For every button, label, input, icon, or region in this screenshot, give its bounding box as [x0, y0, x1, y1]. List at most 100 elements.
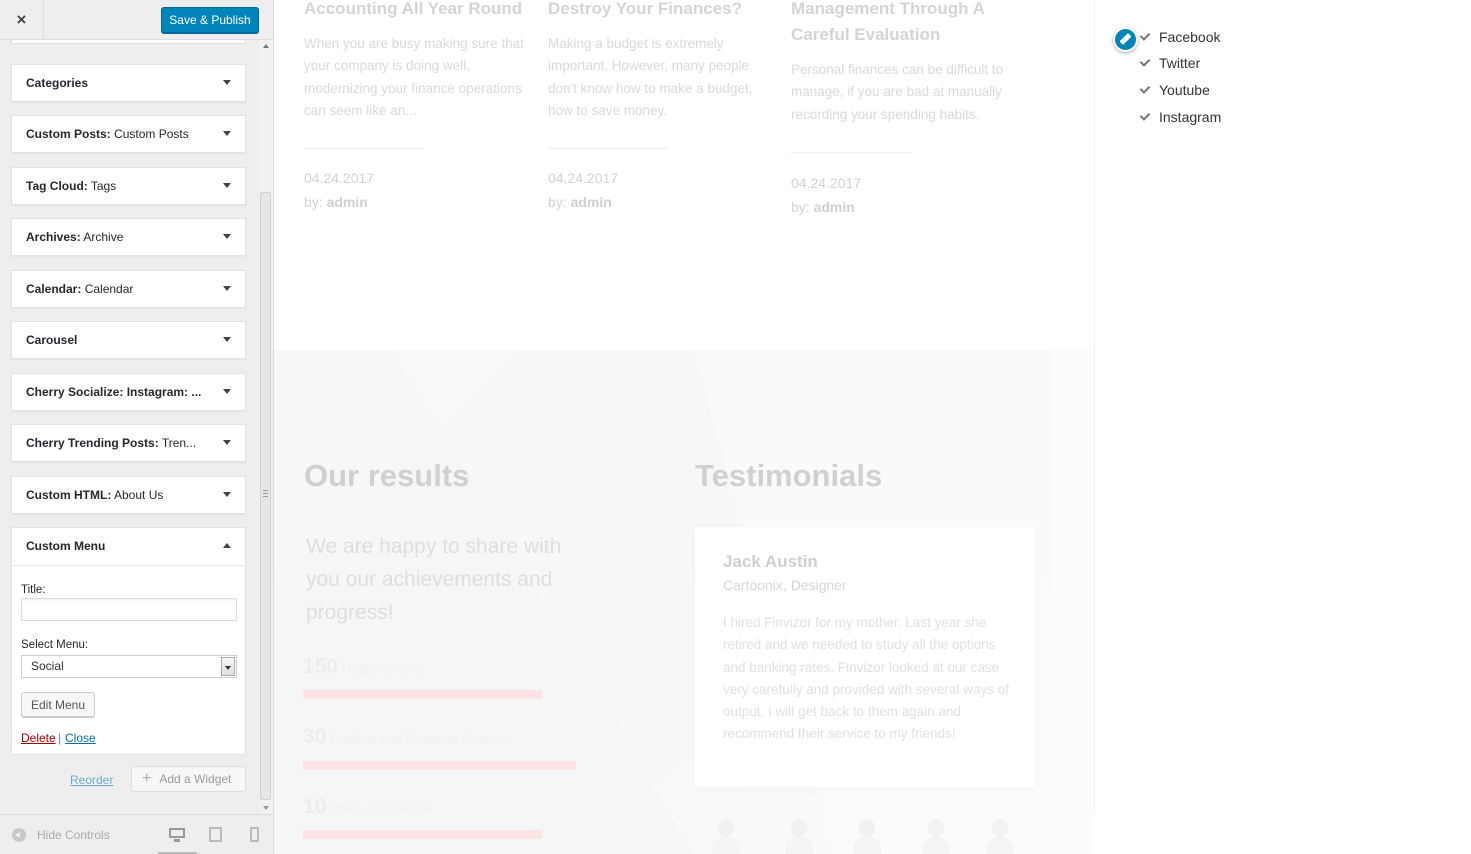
delete-widget-link[interactable]: Delete — [21, 731, 56, 745]
stat-number: 150 — [303, 655, 339, 678]
widget-cherry-socialize[interactable]: Cherry Socialize: Instagram: ... — [11, 373, 246, 411]
stat-label: Happy Clients — [342, 661, 423, 676]
avatar[interactable] — [921, 815, 951, 854]
triangle-up-icon[interactable] — [223, 543, 231, 548]
previous-widget-edge — [11, 40, 246, 44]
title-field[interactable] — [21, 598, 237, 621]
reorder-widgets-link[interactable]: Reorder — [70, 773, 113, 787]
scrollbar-thumb[interactable] — [260, 192, 271, 800]
widget-title: Archives: Archive — [26, 230, 124, 244]
customizer-footer: Hide Controls — [0, 814, 273, 854]
post-title[interactable]: Management Through A Careful Evaluation — [791, 0, 1041, 48]
checkmark-icon — [1138, 58, 1150, 68]
triangle-down-icon[interactable] — [223, 389, 231, 394]
select-menu-label: Select Menu: — [21, 639, 89, 651]
triangle-down-icon[interactable] — [223, 492, 231, 497]
social-link-label[interactable]: Facebook — [1159, 29, 1220, 45]
checkmark-icon — [1138, 32, 1150, 42]
post-excerpt: When you are busy making sure that your … — [304, 36, 524, 118]
triangle-down-icon[interactable] — [223, 80, 231, 85]
triangle-down-icon[interactable] — [223, 234, 231, 239]
post-divider — [791, 151, 911, 153]
edit-menu-button[interactable]: Edit Menu — [21, 692, 95, 717]
social-menu-item[interactable]: Facebook — [1138, 27, 1220, 47]
post-date: 04.24.2017 — [304, 170, 375, 186]
avatar[interactable] — [784, 815, 814, 854]
widget-title: Cherry Socialize: Instagram: ... — [26, 385, 202, 399]
post-title[interactable]: Destroy Your Finances? — [548, 0, 778, 22]
tablet-icon[interactable] — [208, 827, 224, 843]
testimonial-quote: I hired Finvizor for my mother. Last yea… — [723, 615, 1009, 742]
stat-number: 30 — [303, 725, 327, 748]
desktop-icon[interactable] — [169, 827, 185, 843]
widget-categories[interactable]: Categories — [11, 64, 246, 102]
social-link-label[interactable]: Youtube — [1159, 82, 1210, 98]
hide-controls-button[interactable]: Hide Controls — [12, 828, 110, 842]
save-publish-button[interactable]: Save & Publish — [161, 7, 259, 33]
widget-title: Custom Menu — [26, 539, 106, 553]
post-date: 04.24.2017 — [791, 175, 862, 191]
customizer-header: × Save & Publish — [0, 0, 273, 40]
widget-carousel[interactable]: Carousel — [11, 321, 246, 359]
triangle-down-icon[interactable] — [223, 440, 231, 445]
social-link-label[interactable]: Instagram — [1159, 109, 1221, 125]
post-title[interactable]: Accounting All Year Round — [304, 0, 534, 22]
avatar[interactable] — [711, 815, 741, 854]
social-menu-item[interactable]: Twitter — [1138, 53, 1200, 73]
close-customizer-button[interactable]: × — [0, 0, 44, 40]
site-preview: Accounting All Year Round When you are b… — [274, 0, 1471, 854]
results-title: Our results — [304, 458, 470, 493]
mobile-icon[interactable] — [248, 827, 264, 843]
add-widget-button[interactable]: + Add a Widget — [131, 766, 246, 792]
scroll-up-icon[interactable] — [263, 44, 269, 48]
stat-item: 30 Professional Financial Advisors — [303, 725, 510, 749]
social-link-label[interactable]: Twitter — [1159, 55, 1200, 71]
avatar[interactable] — [852, 815, 882, 854]
social-menu-item[interactable]: Youtube — [1138, 80, 1210, 100]
edit-shortcut-button[interactable] — [1113, 27, 1138, 52]
widget-custom-menu-header[interactable]: Custom Menu — [12, 528, 245, 566]
post-author: by: admin — [791, 199, 855, 215]
post-card: Accounting All Year Round When you are b… — [304, 0, 534, 150]
widget-archives[interactable]: Archives: Archive — [11, 218, 246, 256]
title-field-label: Title: — [21, 584, 46, 596]
widget-title: Calendar: Calendar — [26, 282, 134, 296]
scroll-down-icon[interactable] — [263, 806, 269, 810]
chevron-down-icon[interactable] — [221, 657, 235, 676]
widget-cherry-trending[interactable]: Cherry Trending Posts: Tren... — [11, 424, 246, 462]
post-card: Destroy Your Finances? Making a budget i… — [548, 0, 778, 150]
hide-controls-label: Hide Controls — [37, 828, 110, 842]
stat-item: 10 Years Experience — [303, 795, 432, 819]
select-menu-value: Social — [31, 659, 64, 673]
post-divider — [304, 148, 424, 150]
triangle-down-icon[interactable] — [223, 183, 231, 188]
customizer-sidebar: × Save & Publish Categories Custom Posts… — [0, 0, 274, 854]
testimonials-title: Testimonials — [695, 458, 883, 493]
social-menu-item[interactable]: Instagram — [1138, 107, 1221, 127]
results-subtitle: We are happy to share with you our achie… — [306, 535, 562, 624]
stat-item: 150 Happy Clients — [303, 655, 423, 679]
widget-title: Custom Posts: Custom Posts — [26, 127, 189, 141]
triangle-down-icon[interactable] — [223, 131, 231, 136]
widget-custom-menu: Custom Menu Title: Select Menu: Social E… — [11, 527, 246, 755]
close-icon[interactable]: × — [17, 10, 27, 30]
close-widget-link[interactable]: Close — [65, 731, 96, 745]
faded-content: Accounting All Year Round When you are b… — [274, 0, 1094, 854]
grip-icon — [263, 490, 268, 497]
stat-progress-bar — [303, 761, 576, 770]
triangle-down-icon[interactable] — [223, 337, 231, 342]
post-excerpt: Making a budget is extremely important. … — [548, 36, 753, 118]
widget-tag-cloud[interactable]: Tag Cloud: Tags — [11, 167, 246, 205]
plus-icon: + — [142, 770, 152, 787]
post-divider — [548, 148, 668, 150]
triangle-down-icon[interactable] — [223, 286, 231, 291]
post-author: by: admin — [304, 194, 368, 210]
checkmark-icon — [1138, 112, 1150, 122]
post-author: by: admin — [548, 194, 612, 210]
widget-custom-posts[interactable]: Custom Posts: Custom Posts — [11, 115, 246, 153]
sidebar-scrollbar[interactable] — [259, 40, 273, 814]
widget-custom-html[interactable]: Custom HTML: About Us — [11, 476, 246, 514]
select-menu-dropdown[interactable]: Social — [21, 655, 237, 678]
avatar[interactable] — [985, 815, 1015, 854]
widget-calendar[interactable]: Calendar: Calendar — [11, 270, 246, 308]
